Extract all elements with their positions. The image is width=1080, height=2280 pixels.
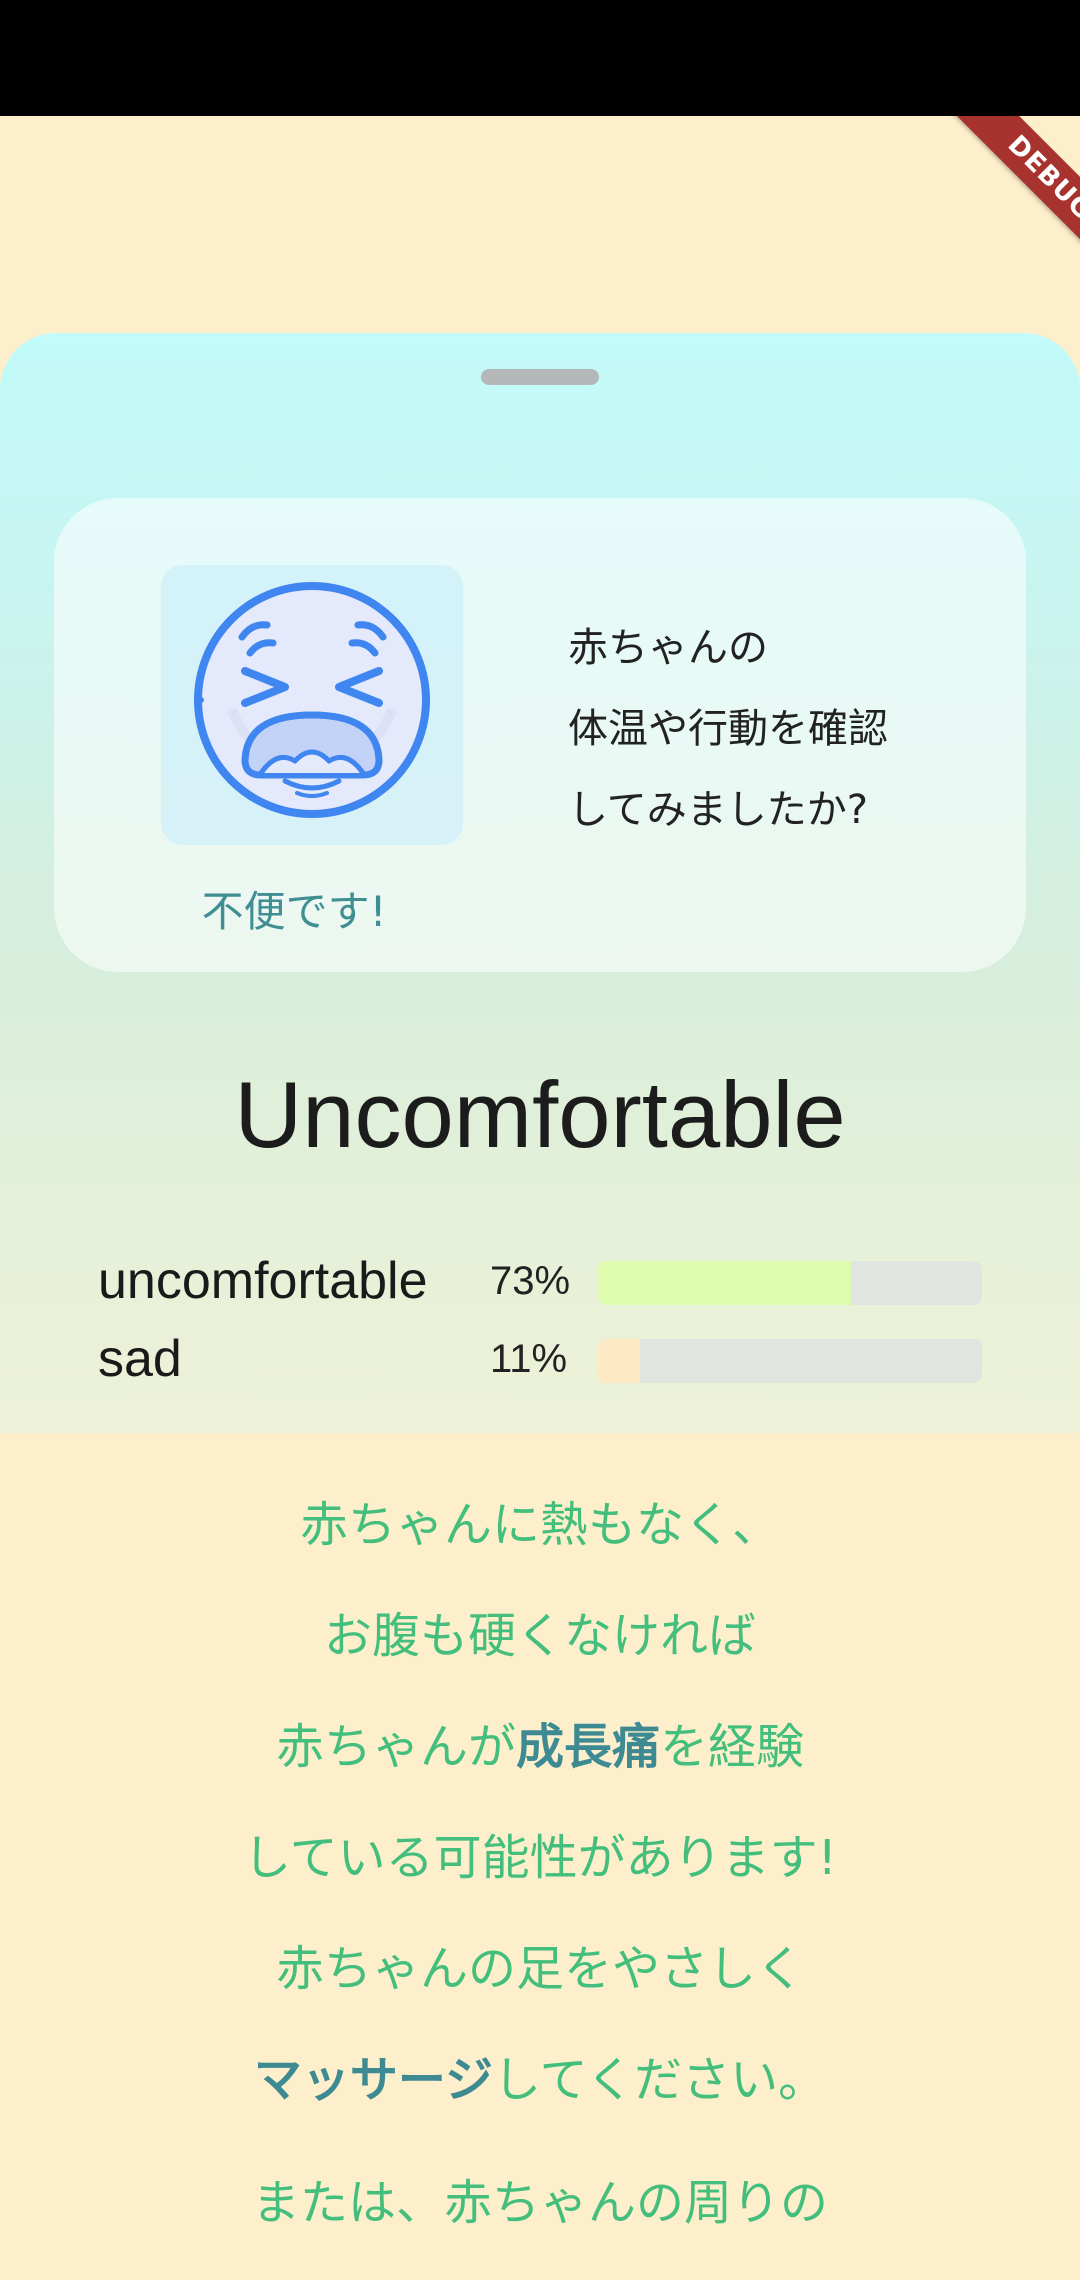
debug-banner: DEBUG: [910, 116, 1080, 286]
advice-line: している可能性があります!: [243, 1830, 837, 1886]
stat-progress-fill: [598, 1339, 641, 1383]
advice-line: 赤ちゃんに熱もなく、: [299, 1497, 780, 1553]
advice-text-part: を経験: [660, 1719, 805, 1775]
emoji-tile: [161, 565, 463, 845]
question-line: してみましたか?: [568, 787, 869, 833]
advice-text: 赤ちゃんに熱もなく、 お腹も硬くなければ 赤ちゃんが成長痛を経験 している可能性…: [0, 1470, 1080, 2259]
advice-text-part: 赤ちゃんが: [275, 1719, 516, 1775]
advice-line: お腹も硬くなければ: [323, 1608, 756, 1664]
advice-line: 赤ちゃんが成長痛を経験: [0, 1692, 1080, 1803]
stat-row-uncomfortable: uncomfortable 73%: [98, 1253, 998, 1309]
advice-text-part: してください。: [492, 2052, 827, 2108]
stat-percent: 11%: [490, 1337, 568, 1381]
advice-keyword-growing-pains: 成長痛: [515, 1719, 660, 1775]
result-title: Uncomfortable: [234, 1062, 846, 1167]
question-line: 体温や行動を確認: [568, 706, 888, 752]
stat-progress-fill: [598, 1261, 852, 1305]
stat-name: sad: [98, 1330, 182, 1388]
sheet-drag-handle[interactable]: [481, 369, 599, 385]
question-line: 赤ちゃんの: [568, 625, 768, 671]
status-bar: [0, 0, 1080, 116]
stat-row-sad: sad 11%: [98, 1331, 998, 1387]
emotion-label: 不便です!: [201, 887, 387, 936]
stat-progress-bar: [598, 1339, 982, 1383]
advice-line: マッサージしてください。: [0, 2025, 1080, 2136]
stat-percent: 73%: [490, 1259, 571, 1303]
tired-face-icon: [194, 582, 430, 818]
emotion-card: 不便です! 赤ちゃんの 体温や行動を確認 してみましたか?: [54, 498, 1026, 972]
debug-ribbon-label: DEBUG: [942, 116, 1080, 286]
check-question: 赤ちゃんの 体温や行動を確認 してみましたか?: [568, 608, 998, 851]
bottom-sheet: 不便です! 赤ちゃんの 体温や行動を確認 してみましたか? Uncomforta…: [0, 333, 1080, 1433]
stat-name: uncomfortable: [98, 1252, 428, 1310]
stat-progress-bar: [598, 1261, 982, 1305]
advice-line: または、赤ちゃんの周りの: [251, 2175, 828, 2231]
advice-line: 赤ちゃんの足をやさしく: [275, 1941, 804, 1997]
advice-keyword-massage: マッサージ: [253, 2052, 493, 2108]
